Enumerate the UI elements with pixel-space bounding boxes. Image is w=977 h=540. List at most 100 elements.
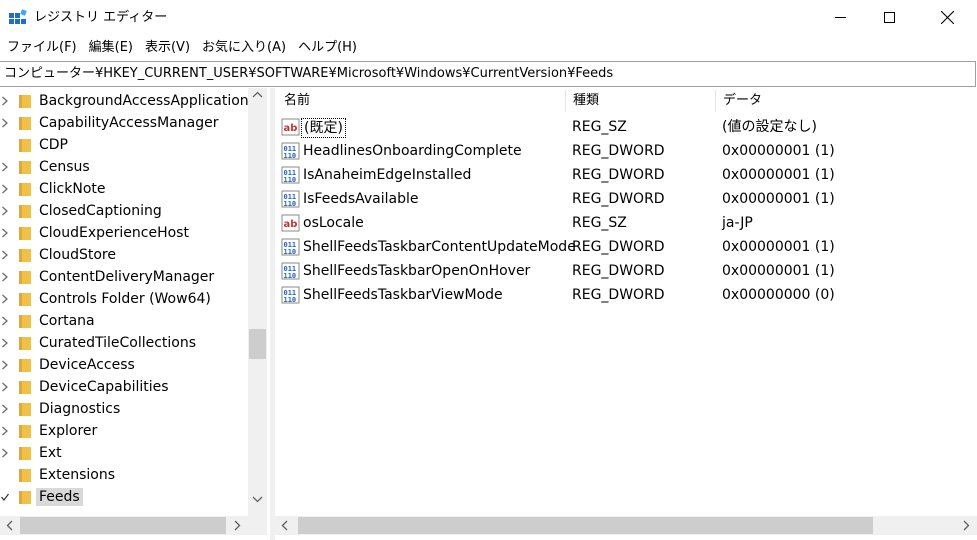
column-header-type[interactable]: 種類 [573, 88, 599, 114]
tree-item[interactable]: CloudStore [0, 244, 248, 266]
value-name: ShellFeedsTaskbarContentUpdateMode [303, 239, 576, 255]
column-header-name[interactable]: 名前 [284, 88, 310, 114]
tree-item-label: Census [39, 159, 90, 175]
value-row[interactable]: 110 011 ShellFeedsTaskbarViewMode REG_DWORD… [275, 283, 975, 307]
svg-text:ab: ab [284, 123, 298, 134]
scroll-right-icon[interactable] [963, 520, 970, 531]
binary-value-icon: 110011 [281, 262, 300, 280]
collapsed-chevron-icon[interactable] [1, 184, 9, 194]
tree-item[interactable]: Census [0, 156, 248, 178]
tree-item-label: Explorer [39, 423, 98, 439]
scroll-up-icon[interactable] [252, 91, 263, 98]
value-data: (値の設定なし) [722, 119, 817, 135]
tree-item-label: Diagnostics [39, 401, 121, 417]
address-path[interactable]: コンピューター¥HKEY_CURRENT_USER¥SOFTWARE¥Micro… [4, 65, 613, 83]
collapsed-chevron-icon[interactable] [1, 206, 9, 216]
value-data: ja-JP [722, 215, 753, 231]
column-header-data[interactable]: データ [723, 88, 762, 114]
menu-favorites[interactable]: お気に入り(A) [196, 37, 292, 59]
value-type: REG_DWORD [572, 191, 665, 207]
folder-icon [19, 139, 31, 152]
scroll-down-icon[interactable] [252, 496, 263, 503]
value-type: REG_SZ [572, 119, 627, 135]
menu-view[interactable]: 表示(V) [139, 37, 196, 59]
collapsed-chevron-icon[interactable] [1, 118, 9, 128]
minimize-button[interactable] [817, 0, 863, 34]
tree-item-label: CloudStore [39, 247, 116, 263]
value-data: 0x00000001 (1) [722, 239, 835, 255]
collapsed-chevron-icon[interactable] [1, 338, 9, 348]
value-row[interactable]: 110 011 IsFeedsAvailable REG_DWORD 0x0000000… [275, 187, 975, 211]
collapsed-chevron-icon[interactable] [1, 448, 9, 458]
scrollbar-corner [248, 514, 267, 535]
scroll-left-icon[interactable] [6, 520, 13, 531]
list-horizontal-scrollbar[interactable] [275, 516, 977, 535]
value-list[interactable]: 名前 種類 データ ab (既定) REG_SZ (値の設定なし) 110 011 Head… [275, 88, 977, 540]
collapsed-chevron-icon[interactable] [1, 426, 9, 436]
tree-item[interactable]: Extensions [0, 464, 248, 486]
value-type: REG_DWORD [572, 239, 665, 255]
collapsed-chevron-icon[interactable] [1, 162, 9, 172]
tree-horizontal-scroll-thumb[interactable] [20, 517, 226, 534]
column-divider[interactable] [565, 90, 566, 112]
tree-horizontal-scrollbar[interactable] [0, 516, 248, 535]
value-row[interactable]: 110 011 IsAnaheimEdgeInstalled REG_DWORD 0x0… [275, 163, 975, 187]
scroll-left-icon[interactable] [281, 520, 288, 531]
svg-text:110: 110 [284, 200, 297, 208]
tree-item[interactable]: ClickNote [0, 178, 248, 200]
menu-help[interactable]: ヘルプ(H) [292, 37, 363, 59]
collapsed-chevron-icon[interactable] [1, 294, 9, 304]
address-bar[interactable]: コンピューター¥HKEY_CURRENT_USER¥SOFTWARE¥Micro… [0, 61, 976, 87]
collapsed-chevron-icon[interactable] [1, 96, 9, 106]
column-divider[interactable] [715, 90, 716, 112]
collapsed-chevron-icon[interactable] [1, 272, 9, 282]
folder-icon [19, 227, 31, 240]
tree-item[interactable]: CapabilityAccessManager [0, 112, 248, 134]
tree-item-label: DeviceAccess [39, 357, 135, 373]
tree-item[interactable]: Ext [0, 442, 248, 464]
value-row[interactable]: 110 011 ShellFeedsTaskbarContentUpdateMode… [275, 235, 975, 259]
folder-icon [19, 337, 31, 350]
tree-item[interactable]: Controls Folder (Wow64) [0, 288, 248, 310]
folder-icon [19, 315, 31, 328]
collapsed-chevron-icon[interactable] [1, 228, 9, 238]
tree-item[interactable]: DeviceAccess [0, 354, 248, 376]
value-data: 0x00000001 (1) [722, 191, 835, 207]
tree-item[interactable]: Cortana [0, 310, 248, 332]
collapsed-chevron-icon[interactable] [1, 250, 9, 260]
tree-item-label: ClosedCaptioning [39, 203, 162, 219]
close-button[interactable] [924, 0, 970, 34]
tree-item[interactable]: BackgroundAccessApplications [0, 90, 256, 112]
value-row[interactable]: ab osLocale REG_SZ ja-JP [275, 211, 975, 235]
tree-item[interactable]: CloudExperienceHost [0, 222, 248, 244]
collapsed-chevron-icon[interactable] [1, 360, 9, 370]
menu-file[interactable]: ファイル(F) [0, 37, 83, 59]
tree-item[interactable]: CDP [0, 134, 248, 156]
binary-value-icon: 110011 [281, 286, 300, 304]
collapsed-chevron-icon[interactable] [1, 316, 9, 326]
value-row[interactable]: 110 011 ShellFeedsTaskbarOpenOnHover REG_DW… [275, 259, 975, 283]
value-row[interactable]: ab (既定) REG_SZ (値の設定なし) [275, 115, 975, 139]
key-tree[interactable]: BackgroundAccessApplications CapabilityAc… [0, 88, 270, 540]
collapsed-chevron-icon[interactable] [1, 404, 9, 414]
tree-item[interactable]: Diagnostics [0, 398, 248, 420]
folder-icon [19, 491, 31, 504]
tree-item[interactable]: Feeds [0, 486, 248, 508]
minimize-icon [834, 16, 846, 18]
expanded-chevron-icon[interactable] [1, 492, 9, 502]
tree-item[interactable]: CuratedTileCollections [0, 332, 248, 354]
list-horizontal-scroll-thumb[interactable] [298, 517, 873, 534]
tree-vertical-scrollbar[interactable] [248, 88, 267, 514]
tree-item[interactable]: ClosedCaptioning [0, 200, 248, 222]
scroll-right-icon[interactable] [234, 520, 241, 531]
collapsed-chevron-icon[interactable] [1, 382, 9, 392]
folder-icon [19, 293, 31, 306]
tree-vertical-scroll-thumb[interactable] [249, 329, 266, 359]
svg-text:110: 110 [284, 296, 297, 304]
menu-edit[interactable]: 編集(E) [83, 37, 139, 59]
tree-item[interactable]: Explorer [0, 420, 248, 442]
tree-item[interactable]: ContentDeliveryManager [0, 266, 248, 288]
maximize-button[interactable] [866, 0, 912, 34]
value-row[interactable]: 110 011 HeadlinesOnboardingComplete REG_DWO… [275, 139, 975, 163]
tree-item[interactable]: DeviceCapabilities [0, 376, 248, 398]
